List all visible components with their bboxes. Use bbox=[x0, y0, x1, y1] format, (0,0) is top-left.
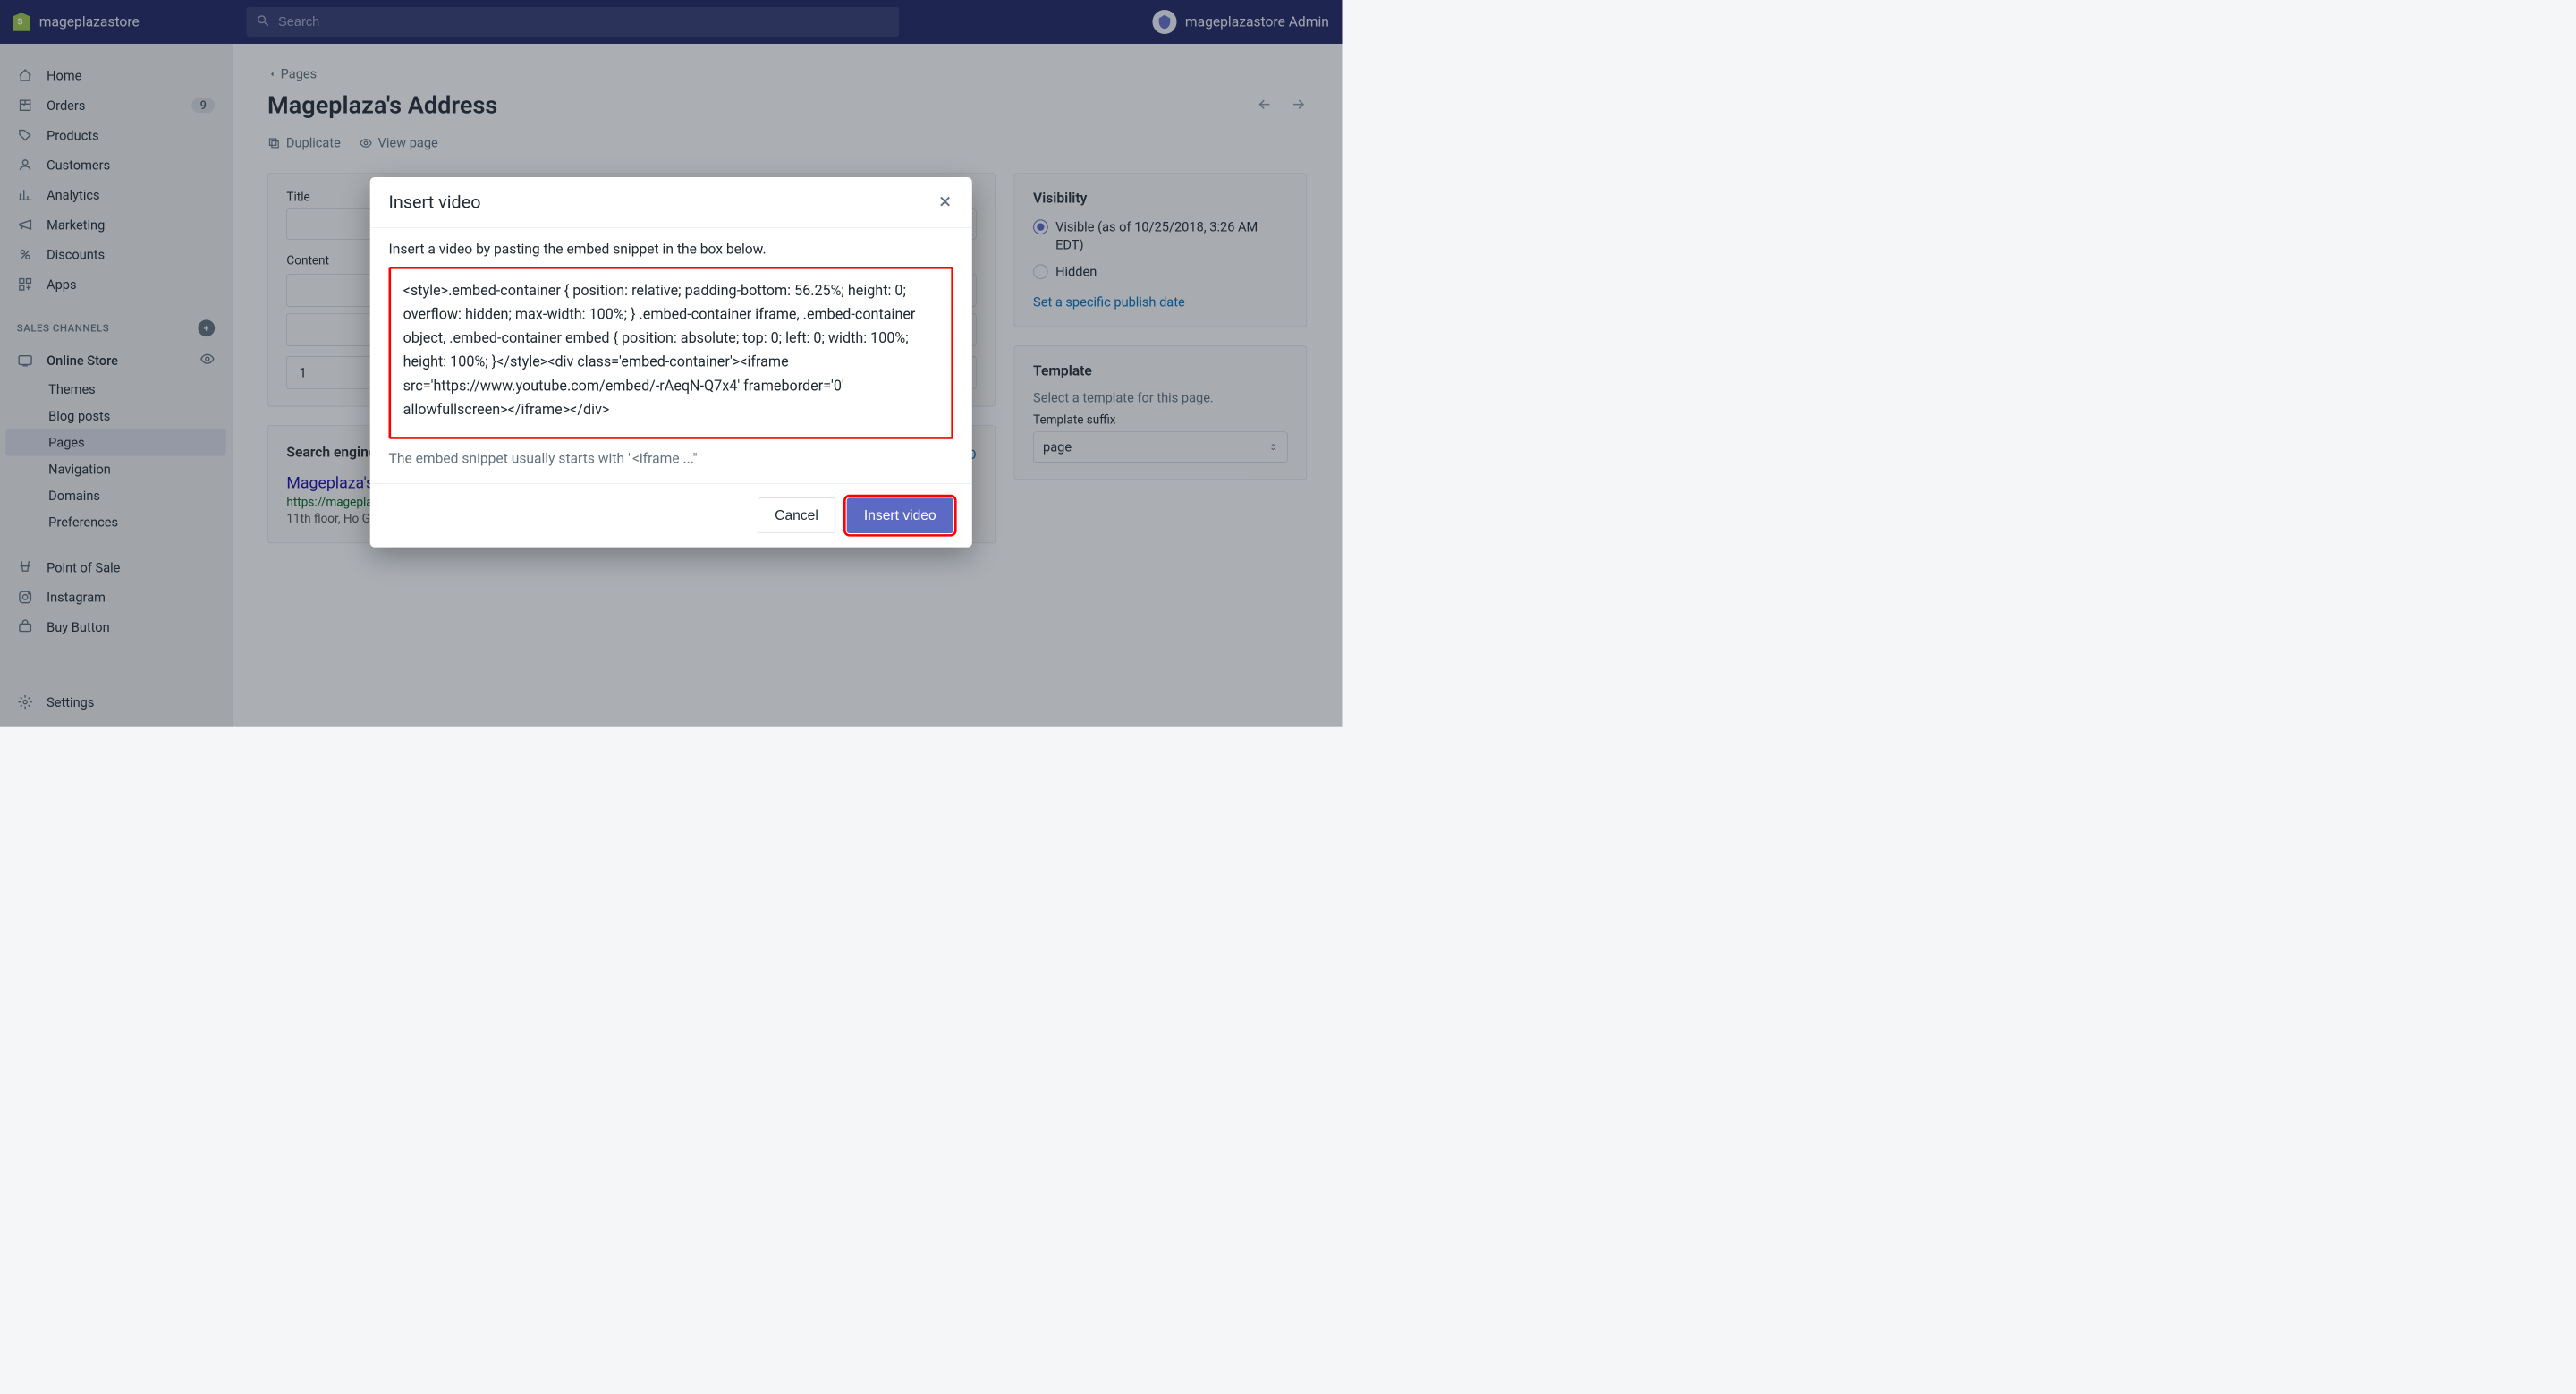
modal-overlay: Insert video Insert a video by pasting t… bbox=[0, 0, 1342, 727]
insert-video-modal: Insert video Insert a video by pasting t… bbox=[370, 177, 972, 548]
close-button[interactable] bbox=[936, 193, 953, 212]
modal-instruction: Insert a video by pasting the embed snip… bbox=[389, 241, 953, 257]
embed-hint: The embed snippet usually starts with "<… bbox=[389, 450, 953, 466]
embed-code-textarea[interactable] bbox=[389, 267, 953, 439]
modal-title: Insert video bbox=[389, 192, 481, 213]
insert-video-button[interactable]: Insert video bbox=[847, 497, 953, 533]
close-icon bbox=[936, 193, 953, 210]
cancel-button[interactable]: Cancel bbox=[758, 497, 835, 533]
